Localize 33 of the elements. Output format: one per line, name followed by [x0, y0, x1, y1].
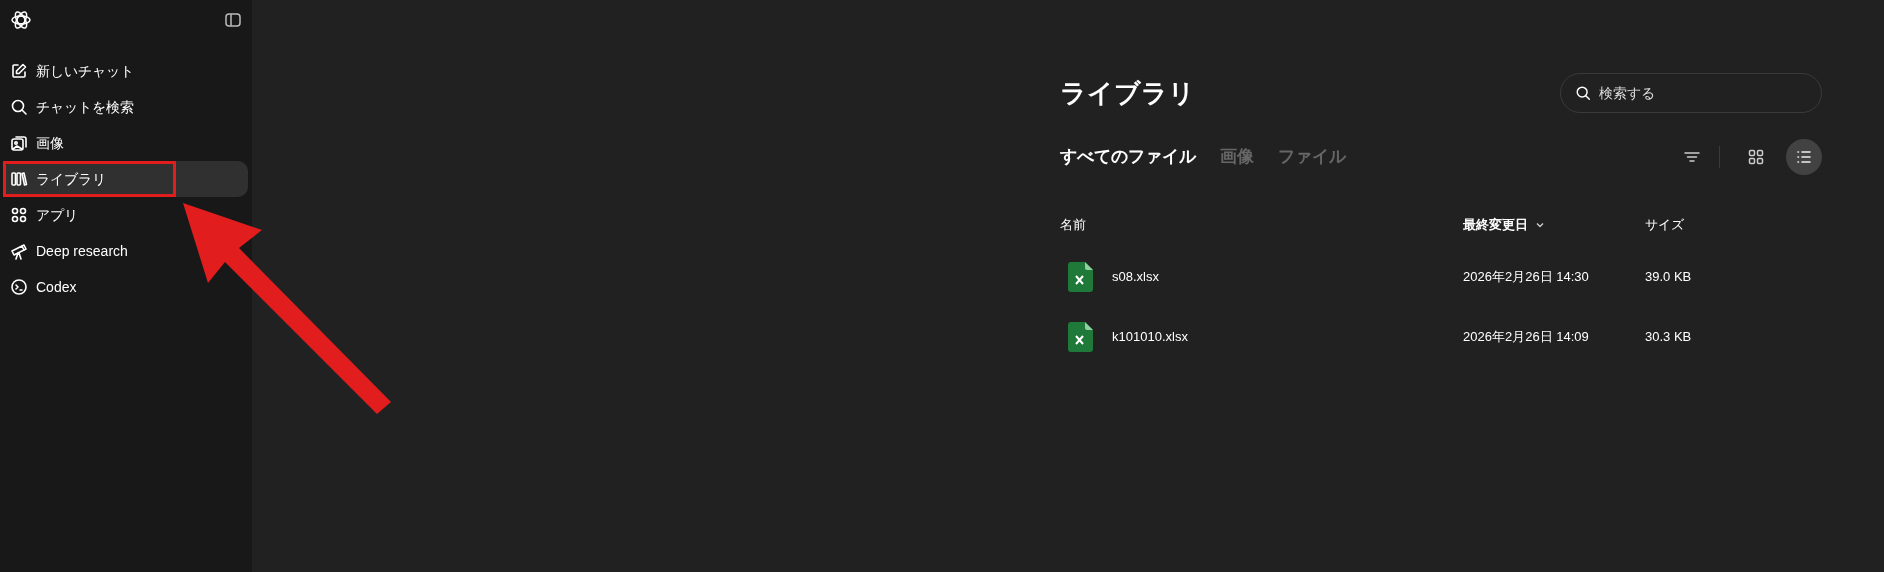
- tab[interactable]: すべてのファイル: [1060, 144, 1196, 170]
- file-name[interactable]: k101010.xlsx: [1112, 327, 1188, 347]
- telescope-icon: [10, 242, 28, 260]
- sidebar-item[interactable]: 画像: [4, 125, 70, 161]
- list-view-button[interactable]: [1786, 139, 1822, 175]
- spreadsheet-file-icon: [1066, 321, 1094, 353]
- search-icon: [1575, 84, 1592, 102]
- column-header[interactable]: サイズ: [1645, 215, 1822, 235]
- modified-date: 2026年2月26日 14:30: [1463, 268, 1590, 287]
- search-input[interactable]: 検索する: [1599, 82, 1807, 104]
- modified-date: 2026年2月26日 14:09: [1463, 328, 1590, 347]
- apps-icon: [10, 206, 28, 224]
- books-icon: [10, 170, 28, 188]
- image-icon: [10, 134, 28, 152]
- sidebar-toggle-icon[interactable]: [224, 11, 242, 29]
- grid-icon: [1747, 148, 1765, 166]
- spreadsheet-file-icon: [1066, 261, 1094, 293]
- list-icon: [1795, 148, 1813, 166]
- sidebar-item[interactable]: アプリ: [4, 197, 84, 233]
- column-header[interactable]: 名前: [1060, 215, 1463, 235]
- search-icon: [10, 98, 28, 116]
- page-title: ライブラリ: [1060, 76, 1195, 110]
- file-size: 39.0 KB: [1645, 268, 1693, 287]
- sidebar-item[interactable]: Deep research: [4, 233, 134, 269]
- sidebar-item[interactable]: チャットを検索: [4, 89, 140, 125]
- sidebar-item[interactable]: Codex: [4, 269, 83, 305]
- file-size: 30.3 KB: [1645, 328, 1693, 347]
- pencil-icon: [10, 62, 28, 80]
- column-header[interactable]: 最終変更日: [1463, 215, 1645, 235]
- sidebar-item[interactable]: 新しいチャット: [4, 53, 140, 89]
- terminal-icon: [10, 278, 28, 296]
- logo-icon[interactable]: [10, 9, 32, 31]
- file-name[interactable]: s08.xlsx: [1112, 267, 1159, 287]
